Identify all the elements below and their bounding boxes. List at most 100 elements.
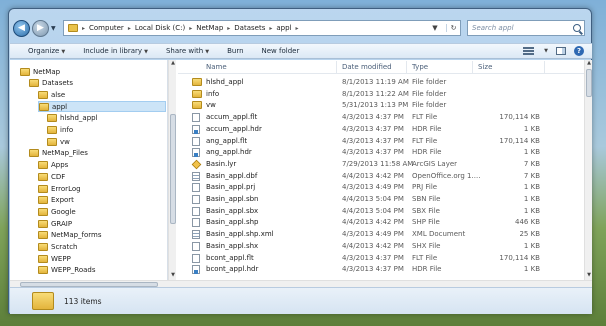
file-size: 170,114 KB [499, 113, 540, 122]
file-row[interactable]: bcont_appl.hdr 4/3/2013 4:37 PM HDR File 1 … [178, 264, 584, 275]
include-in-library-button[interactable]: Include in library ▼ [83, 47, 148, 55]
search-input[interactable]: Search appl [467, 20, 585, 36]
file-icon [192, 218, 200, 228]
file-row[interactable]: info 8/1/2013 11:22 AM File folder [178, 89, 584, 100]
file-icon [192, 253, 200, 263]
column-divider[interactable] [544, 61, 545, 73]
column-divider[interactable] [472, 61, 473, 73]
nav-item-info[interactable]: info [47, 125, 73, 136]
help-icon[interactable]: ? [574, 46, 584, 56]
file-row[interactable]: ang_appl.flt 4/3/2013 4:37 PM FLT File 170,… [178, 136, 584, 147]
nav-item-appl[interactable]: appl [38, 101, 166, 113]
scroll-down-icon[interactable]: ▼ [169, 272, 177, 280]
file-name: Basin_appl.sbx [206, 206, 259, 215]
scroll-down-icon[interactable]: ▼ [585, 272, 593, 280]
views-icon[interactable] [523, 47, 535, 55]
file-row[interactable]: accum_appl.flt 4/3/2013 4:37 PM FLT File 17… [178, 112, 584, 123]
breadcrumb-netmap[interactable]: NetMap [196, 24, 223, 32]
recent-pages-dropdown-icon[interactable]: ▼ [51, 25, 59, 32]
nav-item-export[interactable]: Export [38, 195, 74, 206]
nav-item-datasets[interactable]: Datasets [29, 78, 73, 89]
file-name: ang_appl.flt [206, 136, 248, 145]
file-row[interactable]: Basin_appl.shp 4/4/2013 4:42 PM SHP File 44… [178, 217, 584, 228]
column-divider[interactable] [336, 61, 337, 73]
file-list-scrollbar[interactable]: ▲ ▼ [584, 60, 592, 280]
nav-item-apps[interactable]: Apps [38, 160, 68, 171]
file-row[interactable]: Basin_appl.sbn 4/4/2013 5:04 PM SBN File 1 … [178, 194, 584, 205]
file-row[interactable]: Basin_appl.sbx 4/4/2013 5:04 PM SBX File 1 … [178, 206, 584, 217]
column-name[interactable]: Name [206, 63, 227, 71]
breadcrumb-datasets[interactable]: Datasets [234, 24, 265, 32]
file-row[interactable]: Basin_appl.shp.xml 4/3/2013 4:49 PM XML Do… [178, 229, 584, 240]
breadcrumb-local-disk[interactable]: Local Disk (C:) [135, 24, 185, 32]
chevron-right-icon[interactable]: ▸ [227, 25, 230, 32]
burn-button[interactable]: Burn [227, 47, 243, 55]
file-row[interactable]: ang_appl.hdr 4/3/2013 4:37 PM HDR File 1 KB [178, 147, 584, 158]
nav-item-label: Export [51, 196, 74, 205]
file-name: Basin_appl.dbf [206, 171, 258, 180]
horizontal-scrollbar[interactable] [10, 280, 592, 287]
nav-item-alse[interactable]: alse [38, 89, 65, 100]
chevron-right-icon[interactable]: ▸ [269, 25, 272, 32]
back-button[interactable]: ◀ [13, 19, 30, 37]
column-date-modified[interactable]: Date modified [342, 63, 392, 71]
file-type: HDR File [412, 124, 442, 133]
file-size: 170,114 KB [499, 136, 540, 145]
organize-button[interactable]: Organize ▼ [28, 47, 65, 55]
file-row[interactable]: Basin.lyr 7/29/2013 11:58 AM ArcGIS Layer 7… [178, 159, 584, 170]
address-bar[interactable]: ▸ Computer ▸ Local Disk (C:) ▸ NetMap ▸ … [63, 20, 461, 36]
nav-item-cdf[interactable]: CDF [38, 171, 65, 182]
search-icon[interactable] [573, 24, 581, 32]
file-row[interactable]: hlshd_appl 8/1/2013 11:19 AM File folder [178, 77, 584, 88]
scroll-up-icon[interactable]: ▲ [585, 60, 593, 68]
refresh-icon[interactable]: ↻ [446, 24, 460, 32]
file-row[interactable]: bcont_appl.flt 4/3/2013 4:37 PM FLT File 17… [178, 253, 584, 264]
navigation-scrollbar[interactable]: ▲ ▼ [168, 60, 176, 280]
chevron-right-icon[interactable]: ▸ [189, 25, 192, 32]
caret-down-icon[interactable]: ▼ [544, 48, 548, 54]
scroll-up-icon[interactable]: ▲ [169, 60, 177, 68]
nav-item-graip[interactable]: GRAIP [38, 218, 72, 229]
chevron-right-icon[interactable]: ▸ [82, 25, 85, 32]
nav-item-label: GRAIP [51, 219, 73, 228]
forward-button[interactable]: ▶ [32, 19, 49, 37]
file-name: accum_appl.hdr [206, 124, 262, 133]
column-type[interactable]: Type [412, 63, 428, 71]
nav-item-vw[interactable]: vw [47, 136, 70, 147]
file-row[interactable]: Basin_appl.shx 4/4/2013 4:42 PM SHX File 1 … [178, 241, 584, 252]
column-size[interactable]: Size [478, 63, 492, 71]
folder-icon [192, 78, 202, 86]
nav-item-label: NetMap_Files [42, 149, 88, 158]
chevron-right-icon[interactable]: ▸ [128, 25, 131, 32]
scroll-thumb[interactable] [586, 69, 592, 97]
scroll-thumb[interactable] [170, 114, 176, 224]
file-size: 25 KB [519, 230, 540, 239]
nav-item-wepp-roads[interactable]: WEPP_Roads [38, 265, 96, 276]
file-row[interactable]: vw 5/31/2013 1:13 PM File folder [178, 100, 584, 111]
file-row[interactable]: Basin_appl.dbf 4/4/2013 4:42 PM OpenOffice… [178, 171, 584, 182]
new-folder-button[interactable]: New folder [262, 47, 300, 55]
nav-item-hlshd-appl[interactable]: hlshd_appl [47, 113, 98, 124]
file-row[interactable]: accum_appl.hdr 4/3/2013 4:37 PM HDR File 1 … [178, 124, 584, 135]
nav-item-label: Datasets [42, 79, 74, 88]
nav-item-netmap-forms[interactable]: NetMap_forms [38, 230, 102, 241]
column-divider[interactable] [406, 61, 407, 73]
nav-item-google[interactable]: Google [38, 206, 76, 217]
nav-item-label: alse [51, 90, 66, 99]
breadcrumb-appl[interactable]: appl [276, 24, 291, 32]
nav-item-scratch[interactable]: Scratch [38, 242, 78, 253]
file-row[interactable]: Basin_appl.prj 4/3/2013 4:49 PM PRJ File 1 … [178, 182, 584, 193]
nav-item-wepp[interactable]: WEPP [38, 253, 71, 264]
chevron-right-icon[interactable]: ▸ [295, 25, 298, 32]
address-dropdown-icon[interactable]: ▼ [428, 24, 442, 32]
file-type: File folder [412, 78, 447, 86]
share-with-button[interactable]: Share with ▼ [166, 47, 209, 55]
preview-pane-icon[interactable] [556, 47, 566, 55]
nav-item-errorlog[interactable]: ErrorLog [38, 183, 81, 194]
breadcrumb-computer[interactable]: Computer [89, 24, 124, 32]
nav-item-netmap[interactable]: NetMap [20, 66, 60, 77]
file-date-modified: 4/3/2013 4:37 PM [342, 265, 404, 274]
folder-icon [38, 231, 48, 240]
nav-item-netmap-files[interactable]: NetMap_Files [29, 148, 88, 159]
folder-icon [38, 266, 48, 275]
